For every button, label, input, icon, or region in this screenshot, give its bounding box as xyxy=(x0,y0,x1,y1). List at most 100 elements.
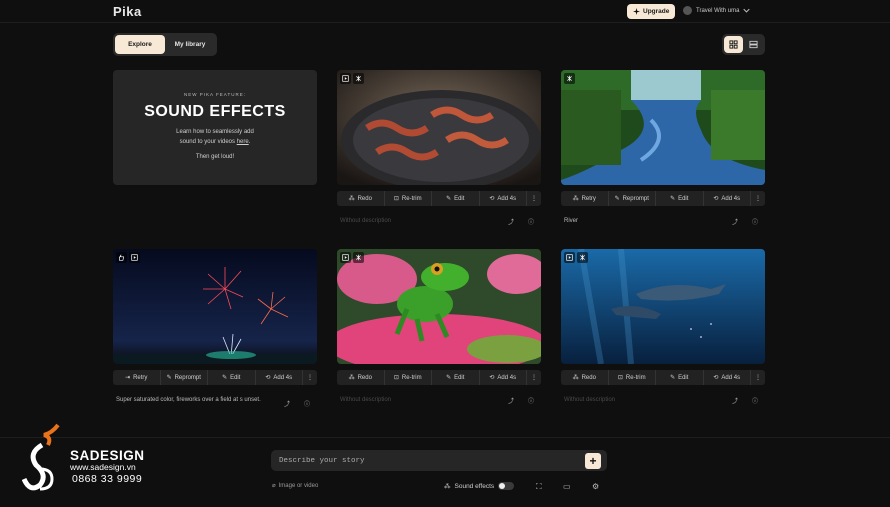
edit-icon: ✎ xyxy=(670,375,676,381)
action-label: Add 4s xyxy=(721,195,741,202)
video-thumbnail[interactable] xyxy=(113,249,317,364)
app-logo[interactable]: Pika xyxy=(113,4,142,19)
reprompt-icon: ✎ xyxy=(166,375,172,381)
action-label: Retry xyxy=(133,374,148,381)
edit-icon: ✎ xyxy=(446,196,452,202)
action-label: Redo xyxy=(357,374,372,381)
action-label: Edit xyxy=(678,195,689,202)
action-label: Re-trim xyxy=(625,374,646,381)
info-icon[interactable]: ⓘ xyxy=(752,396,758,405)
edit-button[interactable]: ✎ Edit xyxy=(208,370,256,385)
card-description-row: Super saturated color, fireworks over a … xyxy=(113,393,317,415)
info-icon[interactable]: ⓘ xyxy=(752,217,758,226)
tab-my-library[interactable]: My library xyxy=(165,35,215,54)
edit-button[interactable]: ✎ Edit xyxy=(432,191,480,206)
add-4s-button[interactable]: ⟲ Add 4s xyxy=(704,370,751,385)
retrim-button[interactable]: ⊡ Re-trim xyxy=(385,191,432,206)
brand-url: www.sadesign.vn xyxy=(70,462,136,472)
edit-button[interactable]: ✎ Edit xyxy=(432,370,480,385)
trim-icon: ⊡ xyxy=(617,375,623,381)
video-thumbnail[interactable] xyxy=(337,70,541,185)
video-icon xyxy=(129,252,140,263)
edit-button[interactable]: ✎ Edit xyxy=(656,370,704,385)
share-icon[interactable]: ⤴ xyxy=(508,217,514,226)
card-description: Without description xyxy=(340,218,392,224)
grid-view-button[interactable] xyxy=(724,36,743,53)
layout-toggle xyxy=(722,34,765,55)
action-label: Edit xyxy=(454,374,465,381)
paperclip-icon: ⌀ xyxy=(272,483,276,489)
add-4s-button[interactable]: ⟲ Add 4s xyxy=(704,191,751,206)
video-thumbnail[interactable] xyxy=(561,249,765,364)
sound-effects-promo-card[interactable]: NEW PIKA FEATURE: SOUND EFFECTS Learn ho… xyxy=(113,70,317,185)
share-icon[interactable]: ⤴ xyxy=(508,396,514,405)
info-icon[interactable]: ⓘ xyxy=(304,399,310,408)
trim-icon: ⊡ xyxy=(393,375,399,381)
sound-effects-toggle[interactable] xyxy=(498,482,515,490)
info-icon[interactable]: ⓘ xyxy=(528,396,534,405)
more-options-button[interactable]: ⋮ xyxy=(751,370,765,385)
upgrade-label: Upgrade xyxy=(643,8,670,15)
video-thumbnail[interactable] xyxy=(561,70,765,185)
add-time-icon: ⟲ xyxy=(265,375,271,381)
share-icon[interactable]: ⤴ xyxy=(732,396,738,405)
fireworks-image xyxy=(113,249,317,364)
submit-prompt-button[interactable]: + xyxy=(585,453,601,469)
edit-button[interactable]: ✎ Edit xyxy=(656,191,704,206)
more-options-button[interactable]: ⋮ xyxy=(527,370,541,385)
reprompt-button[interactable]: ✎ Reprompt xyxy=(161,370,208,385)
prompt-input[interactable] xyxy=(279,454,579,467)
add-4s-button[interactable]: ⟲ Add 4s xyxy=(256,370,303,385)
add-4s-button[interactable]: ⟲ Add 4s xyxy=(480,370,527,385)
card-description: Without description xyxy=(340,397,392,403)
action-label: Add 4s xyxy=(273,374,293,381)
list-view-button[interactable] xyxy=(745,36,764,53)
aspect-ratio-icon[interactable]: ⛶ xyxy=(536,482,542,492)
more-options-button[interactable]: ⋮ xyxy=(303,370,317,385)
card-action-bar: ⁂ Retry ✎ Reprompt ✎ Edit ⟲ Add 4s ⋮ xyxy=(561,191,765,206)
retry-button[interactable]: ⇥ Retry xyxy=(113,370,161,385)
reprompt-button[interactable]: ✎ Reprompt xyxy=(609,191,656,206)
more-options-button[interactable]: ⋮ xyxy=(751,191,765,206)
plus-icon: + xyxy=(589,454,597,468)
action-label: Redo xyxy=(581,374,596,381)
promo-desc-period: . xyxy=(248,139,251,145)
action-label: Add 4s xyxy=(497,195,517,202)
card-action-bar: ⇥ Retry ✎ Reprompt ✎ Edit ⟲ Add 4s ⋮ xyxy=(113,370,317,385)
video-icon xyxy=(564,252,575,263)
promo-tagline: Then get loud! xyxy=(195,154,235,160)
card-description-row: River ⤴ ⓘ xyxy=(561,214,765,236)
camera-icon[interactable]: ▭ xyxy=(563,482,571,491)
add-time-icon: ⟲ xyxy=(713,375,719,381)
share-icon[interactable]: ⤴ xyxy=(732,217,738,226)
action-label: Edit xyxy=(230,374,241,381)
user-menu[interactable]: Travel With uma xyxy=(683,6,751,15)
retrim-button[interactable]: ⊡ Re-trim xyxy=(609,370,656,385)
promo-here-link[interactable]: here xyxy=(237,139,249,145)
card-description-row: Without description ⤴ ⓘ xyxy=(337,393,541,415)
more-options-button[interactable]: ⋮ xyxy=(527,191,541,206)
sound-effects-label: Sound effects xyxy=(454,482,495,490)
info-icon[interactable]: ⓘ xyxy=(528,217,534,226)
retry-button[interactable]: ⁂ Retry xyxy=(561,191,609,206)
action-label: Add 4s xyxy=(721,374,741,381)
retry-icon: ⇥ xyxy=(125,375,131,381)
image-upload-label: Image or video xyxy=(278,482,319,489)
redo-button[interactable]: ⁂ Redo xyxy=(337,370,385,385)
retrim-button[interactable]: ⊡ Re-trim xyxy=(385,370,432,385)
add-4s-button[interactable]: ⟲ Add 4s xyxy=(480,191,527,206)
add-time-icon: ⟲ xyxy=(489,196,495,202)
video-thumbnail[interactable] xyxy=(337,249,541,364)
share-icon[interactable]: ⤴ xyxy=(284,399,290,408)
action-label: Retry xyxy=(581,195,596,202)
image-upload-button[interactable]: ⌀ Image or video xyxy=(272,482,319,490)
redo-icon: ⁂ xyxy=(348,375,355,381)
redo-button[interactable]: ⁂ Redo xyxy=(561,370,609,385)
sound-effects-control: ⁂ Sound effects xyxy=(444,482,515,490)
redo-icon: ⁂ xyxy=(572,375,579,381)
settings-sliders-icon[interactable]: ⚙ xyxy=(592,482,599,491)
action-label: Re-trim xyxy=(401,374,422,381)
redo-button[interactable]: ⁂ Redo xyxy=(337,191,385,206)
tab-explore[interactable]: Explore xyxy=(115,35,165,54)
upgrade-button[interactable]: Upgrade xyxy=(627,4,676,19)
